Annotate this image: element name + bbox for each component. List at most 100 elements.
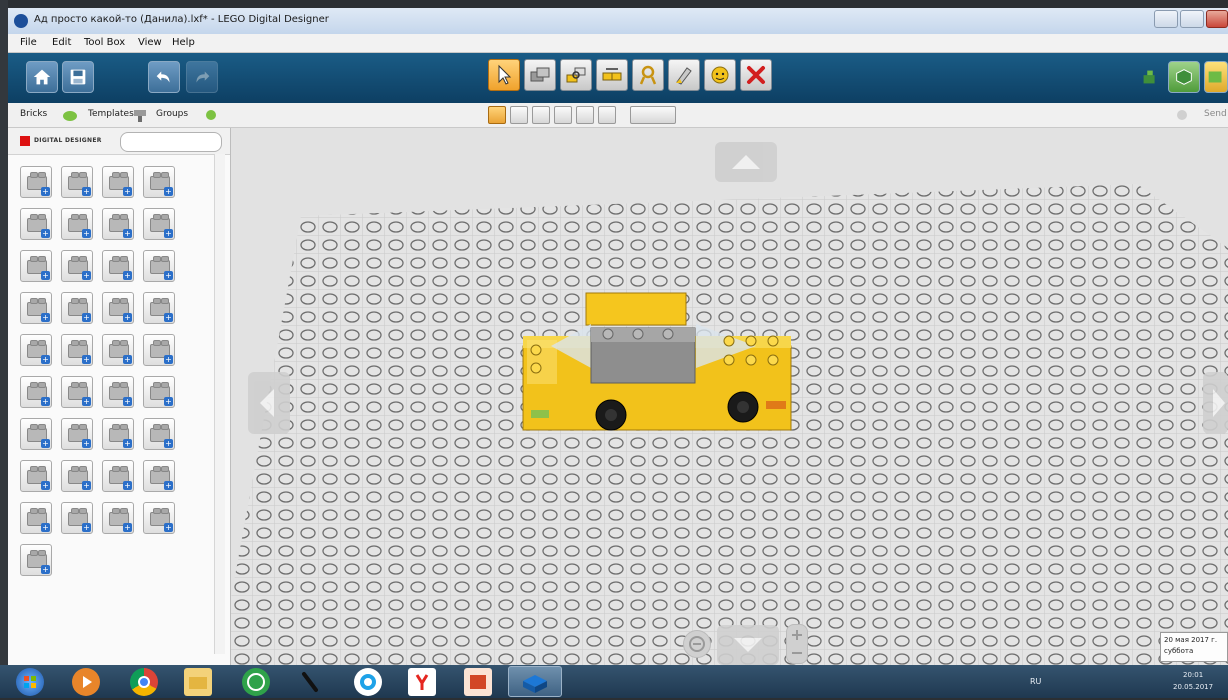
build-viewport[interactable]	[231, 128, 1228, 665]
build-mode-button[interactable]	[1134, 61, 1166, 93]
windows-start-icon	[24, 676, 36, 688]
zoom-out-button[interactable]	[683, 630, 711, 658]
brick-tile[interactable]: +	[143, 208, 175, 240]
brick-tile[interactable]: +	[61, 418, 93, 450]
brick-tile[interactable]: +	[102, 166, 134, 198]
brick-tile[interactable]: +	[20, 208, 52, 240]
maximize-button[interactable]	[1180, 10, 1204, 28]
system-clock[interactable]: 20:01 20.05.2017	[1165, 665, 1228, 698]
brick-tile[interactable]: +	[61, 334, 93, 366]
rotate-up-button[interactable]	[715, 142, 777, 182]
save-button[interactable]	[62, 61, 94, 93]
brick-tile[interactable]: +	[20, 544, 52, 576]
powerpoint-taskbar-button[interactable]	[464, 668, 492, 696]
brick-tile[interactable]: +	[143, 502, 175, 534]
clone-tool-button[interactable]	[524, 59, 556, 91]
zoom-in-button[interactable]	[786, 624, 808, 664]
brick-stud-icon	[120, 298, 128, 304]
brick-tile[interactable]: +	[102, 502, 134, 534]
start-button[interactable]	[16, 668, 44, 696]
menu-edit[interactable]: Edit	[52, 37, 71, 48]
palette-search-input[interactable]	[120, 132, 222, 152]
brick-stud-icon	[120, 256, 128, 262]
brick-tile[interactable]: +	[102, 292, 134, 324]
select-dropdown-button[interactable]	[630, 106, 676, 124]
paint-tool-button[interactable]	[668, 59, 700, 91]
brick-tile[interactable]: +	[102, 460, 134, 492]
media-player-taskbar-button[interactable]	[72, 668, 100, 696]
app-taskbar-button-green[interactable]	[242, 668, 270, 696]
brick-tile[interactable]: +	[143, 166, 175, 198]
brick-tile[interactable]: +	[20, 418, 52, 450]
menu-toolbox[interactable]: Tool Box	[84, 37, 125, 48]
explorer-taskbar-button[interactable]	[184, 668, 212, 696]
clock-time: 20:01	[1183, 671, 1204, 679]
brick-tile[interactable]: +	[61, 166, 93, 198]
brick-tile[interactable]: +	[61, 502, 93, 534]
hide-tool-button[interactable]	[704, 59, 736, 91]
brick-tile[interactable]: +	[20, 334, 52, 366]
brick-tile[interactable]: +	[143, 376, 175, 408]
redo-button[interactable]	[186, 61, 218, 93]
select-multiple-button[interactable]	[510, 106, 528, 124]
ie-taskbar-button[interactable]	[354, 668, 382, 696]
brick-tile[interactable]: +	[61, 376, 93, 408]
home-button[interactable]	[26, 61, 58, 93]
undo-button[interactable]	[148, 61, 180, 93]
brick-tile[interactable]: +	[143, 418, 175, 450]
chrome-taskbar-button[interactable]	[130, 668, 158, 696]
brick-tile[interactable]: +	[102, 208, 134, 240]
brick-tile[interactable]: +	[61, 292, 93, 324]
send-label[interactable]: Send	[1204, 109, 1227, 119]
brick-tile[interactable]: +	[143, 250, 175, 282]
language-indicator[interactable]: RU	[1030, 677, 1041, 686]
brick-tile[interactable]: +	[102, 334, 134, 366]
select-shape-button[interactable]	[576, 106, 594, 124]
brick-tile[interactable]: +	[61, 250, 93, 282]
building-guide-button[interactable]	[1204, 61, 1228, 93]
brick-tile[interactable]: +	[20, 376, 52, 408]
hinge-tool-button[interactable]	[560, 59, 592, 91]
brick-tile[interactable]: +	[20, 166, 52, 198]
rotate-left-button[interactable]	[248, 372, 290, 434]
brick-tile[interactable]: +	[61, 460, 93, 492]
delete-tool-button[interactable]	[740, 59, 772, 91]
lego-designer-taskbar-button[interactable]	[508, 666, 562, 697]
brick-tile[interactable]: +	[20, 502, 52, 534]
view-mode-button[interactable]	[1168, 61, 1200, 93]
select-invert-button[interactable]	[598, 106, 616, 124]
select-single-button[interactable]	[488, 106, 506, 124]
rotate-down-button[interactable]	[717, 625, 779, 665]
select-color-button[interactable]	[554, 106, 572, 124]
menu-help[interactable]: Help	[172, 37, 195, 48]
flex-tool-button[interactable]	[632, 59, 664, 91]
paint-tool-icon	[676, 67, 692, 85]
close-window-button[interactable]	[1206, 10, 1228, 28]
menu-view[interactable]: View	[138, 37, 162, 48]
brick-tile[interactable]: +	[143, 334, 175, 366]
brick-tile[interactable]: +	[102, 418, 134, 450]
menu-file[interactable]: File	[20, 37, 37, 48]
rotate-right-button[interactable]	[1203, 372, 1228, 434]
select-tool-button[interactable]	[488, 59, 520, 91]
brick-tile[interactable]: +	[20, 250, 52, 282]
brick-tile[interactable]: +	[61, 208, 93, 240]
brick-tile[interactable]: +	[143, 292, 175, 324]
yandex-taskbar-button[interactable]	[408, 668, 436, 696]
brick-tile[interactable]: +	[20, 460, 52, 492]
microphone-taskbar-button[interactable]	[296, 668, 324, 696]
brick-tile[interactable]: +	[102, 250, 134, 282]
tab-templates[interactable]: Templates	[88, 109, 134, 119]
tab-groups[interactable]: Groups	[156, 109, 188, 119]
brick-stud-icon	[38, 424, 46, 430]
brick-tile[interactable]: +	[102, 376, 134, 408]
palette-scrollbar[interactable]	[214, 154, 225, 654]
brick-stud-icon	[112, 340, 120, 346]
brick-tile[interactable]: +	[143, 460, 175, 492]
tab-bricks[interactable]: Bricks	[20, 109, 47, 119]
minimize-button[interactable]	[1154, 10, 1178, 28]
hinge-align-tool-button[interactable]	[596, 59, 628, 91]
brick-stud-icon	[153, 340, 161, 346]
brick-tile[interactable]: +	[20, 292, 52, 324]
select-connected-button[interactable]	[532, 106, 550, 124]
